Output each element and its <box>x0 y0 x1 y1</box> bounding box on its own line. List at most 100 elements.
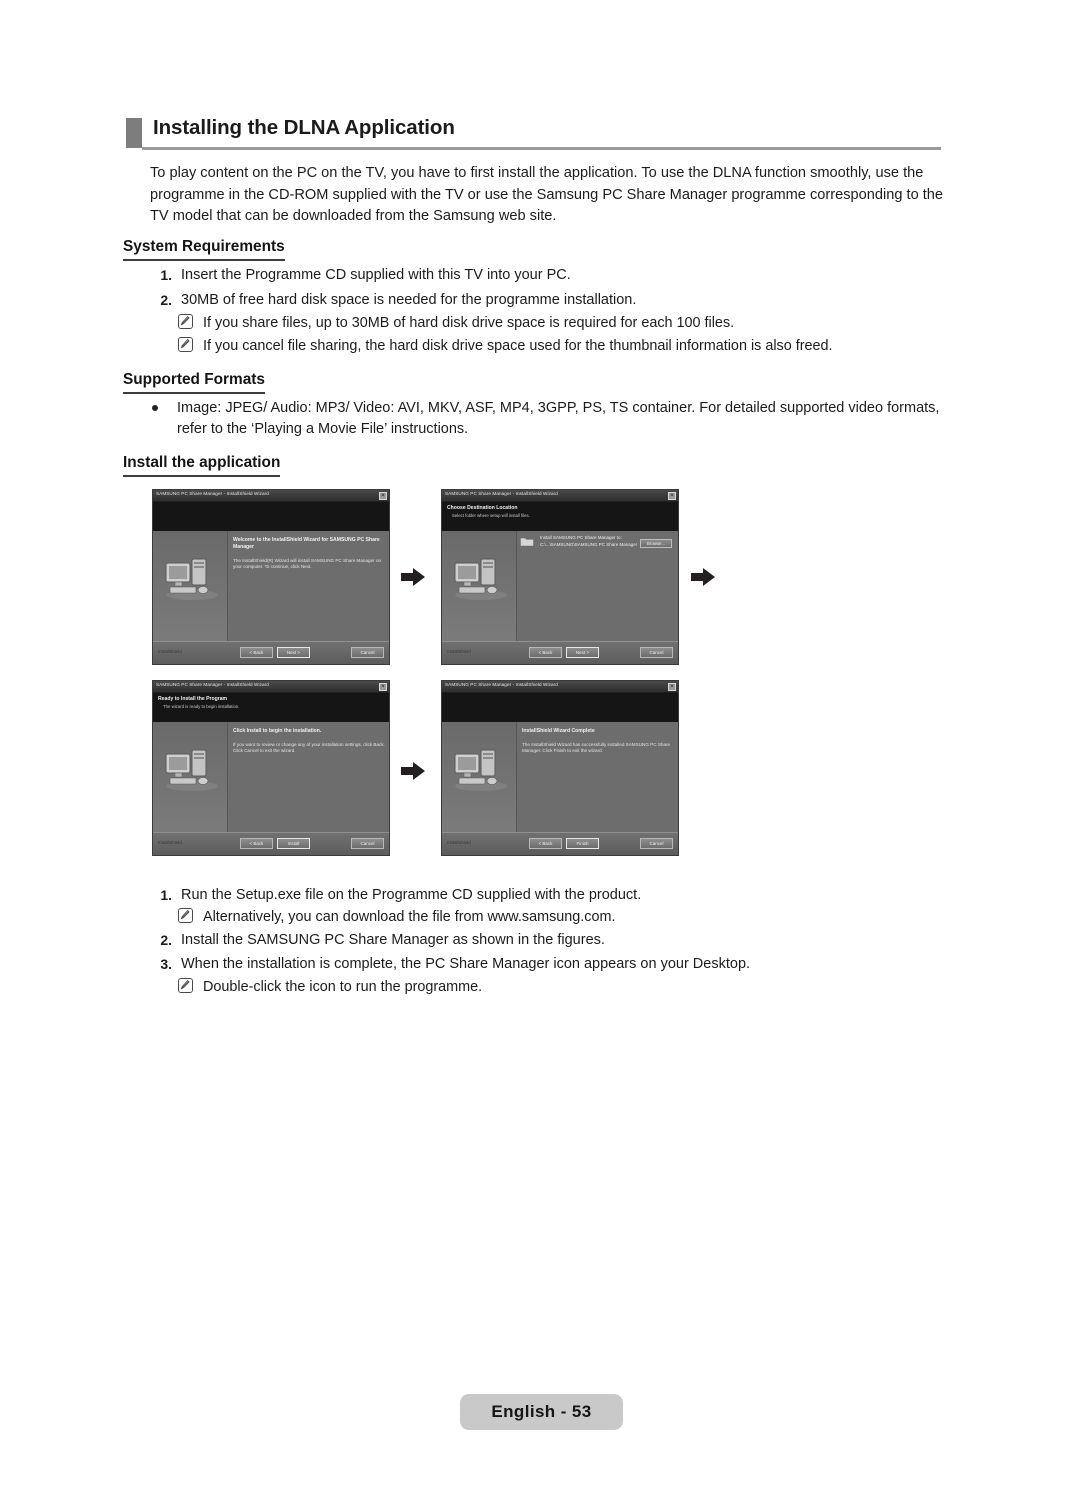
bullet-item: Image: JPEG/ Audio: MP3/ Video: AVI, MKV… <box>150 398 943 439</box>
wizard-illustration-panel <box>153 722 228 833</box>
window-title: SAMSUNG PC Share Manager - InstallShield… <box>156 491 269 496</box>
banner-subtitle: The wizard is ready to begin installatio… <box>163 704 240 709</box>
wizard-content-heading: Welcome to the InstallShield Wizard for … <box>233 537 380 550</box>
note-pencil-icon <box>178 908 193 923</box>
folder-icon <box>520 537 534 547</box>
installer-screenshot-ready: SAMSUNG PC Share Manager - InstallShield… <box>152 680 390 856</box>
next-button[interactable]: Next > <box>277 647 310 658</box>
window-title-bar: SAMSUNG PC Share Manager - InstallShield… <box>153 490 389 502</box>
note-pencil-icon <box>178 978 193 993</box>
wizard-body: Install SAMSUNG PC Share Manager to: C:\… <box>442 531 678 642</box>
wizard-content-heading: InstallShield Wizard Complete <box>522 728 595 734</box>
back-button[interactable]: < Back <box>240 647 273 658</box>
wizard-illustration-panel <box>153 531 228 642</box>
wizard-button-bar: InstallShield < Back Install Cancel <box>153 832 389 855</box>
note-text: If you cancel file sharing, the hard dis… <box>203 338 833 354</box>
wizard-body: Click Install to begin the installation.… <box>153 722 389 833</box>
note-pencil-icon <box>178 314 193 329</box>
wizard-banner <box>153 502 389 532</box>
note-item: Double-click the icon to run the program… <box>178 977 938 997</box>
close-icon[interactable]: × <box>668 491 676 500</box>
bullet-text: Image: JPEG/ Audio: MP3/ Video: AVI, MKV… <box>177 400 940 437</box>
supported-formats-heading: Supported Formats <box>123 371 265 394</box>
window-title: SAMSUNG PC Share Manager - InstallShield… <box>156 682 269 687</box>
list-number: 3. <box>160 956 172 972</box>
page-title-text: Installing the DLNA Application <box>153 116 455 139</box>
flow-arrow-right-icon <box>691 568 715 586</box>
wizard-body: InstallShield Wizard Complete The Instal… <box>442 722 678 833</box>
window-title-bar: SAMSUNG PC Share Manager - InstallShield… <box>442 681 678 693</box>
list-text: Insert the Programme CD supplied with th… <box>181 267 571 283</box>
page-title: Installing the DLNA Application <box>126 116 941 152</box>
banner-title: Choose Destination Location <box>447 505 518 511</box>
destination-path-text: Install SAMSUNG PC Share Manager to: C:\… <box>540 534 637 549</box>
list-item: 2. Install the SAMSUNG PC Share Manager … <box>152 930 942 950</box>
wizard-content-body: If you want to review or change any of y… <box>233 742 385 754</box>
list-number: 1. <box>160 887 172 903</box>
cancel-button[interactable]: Cancel <box>351 647 384 658</box>
install-button[interactable]: Install <box>277 838 310 849</box>
page-footer-badge: English - 53 <box>460 1394 623 1430</box>
back-button[interactable]: < Back <box>240 838 273 849</box>
close-icon[interactable]: × <box>379 682 387 691</box>
back-button[interactable]: < Back <box>529 647 562 658</box>
banner-title: Ready to Install the Program <box>158 696 228 702</box>
wizard-button-bar: InstallShield < Back Finish Cancel <box>442 832 678 855</box>
window-title-bar: SAMSUNG PC Share Manager - InstallShield… <box>442 490 678 502</box>
destination-label: Install SAMSUNG PC Share Manager to: <box>540 535 622 540</box>
note-text: Alternatively, you can download the file… <box>203 909 616 925</box>
installshield-label: InstallShield <box>447 840 471 845</box>
installshield-label: InstallShield <box>158 649 182 654</box>
installshield-label: InstallShield <box>447 649 471 654</box>
destination-folder-row: Install SAMSUNG PC Share Manager to: C:\… <box>520 534 674 558</box>
back-button[interactable]: < Back <box>529 838 562 849</box>
wizard-illustration-panel <box>442 722 517 833</box>
wizard-banner: Ready to Install the Program The wizard … <box>153 693 389 723</box>
wizard-content: Welcome to the InstallShield Wizard for … <box>233 537 385 571</box>
computer-illustration-icon <box>165 558 218 600</box>
list-item: 1. Insert the Programme CD supplied with… <box>152 265 942 285</box>
finish-button[interactable]: Finish <box>566 838 599 849</box>
list-item: 1. Run the Setup.exe file on the Program… <box>152 885 942 905</box>
wizard-button-bar: InstallShield < Back Next > Cancel <box>442 641 678 664</box>
window-title: SAMSUNG PC Share Manager - InstallShield… <box>445 682 558 687</box>
square-bullet-icon <box>126 118 142 148</box>
computer-illustration-icon <box>165 749 218 791</box>
list-text: Install the SAMSUNG PC Share Manager as … <box>181 932 605 948</box>
bullet-dot-icon <box>152 405 158 411</box>
note-text: If you share files, up to 30MB of hard d… <box>203 315 735 331</box>
close-icon[interactable]: × <box>668 682 676 691</box>
installer-screenshot-welcome: SAMSUNG PC Share Manager - InstallShield… <box>152 489 390 665</box>
browse-button[interactable]: Browse... <box>640 539 672 548</box>
flow-arrow-right-icon <box>401 762 425 780</box>
wizard-body: Welcome to the InstallShield Wizard for … <box>153 531 389 642</box>
computer-illustration-icon <box>454 749 507 791</box>
cancel-button[interactable]: Cancel <box>640 647 673 658</box>
wizard-illustration-panel <box>442 531 517 642</box>
list-item: 2. 30MB of free hard disk space is neede… <box>152 290 942 310</box>
cancel-button[interactable]: Cancel <box>640 838 673 849</box>
wizard-button-bar: InstallShield < Back Next > Cancel <box>153 641 389 664</box>
wizard-content-body: The InstallShield(R) Wizard will install… <box>233 558 382 570</box>
list-text: Run the Setup.exe file on the Programme … <box>181 887 642 903</box>
window-title: SAMSUNG PC Share Manager - InstallShield… <box>445 491 558 496</box>
installer-screenshot-destination: SAMSUNG PC Share Manager - InstallShield… <box>441 489 679 665</box>
wizard-content-heading: Click Install to begin the installation. <box>233 728 322 734</box>
banner-subtitle: Select folder where setup will install f… <box>452 513 530 518</box>
wizard-content: Click Install to begin the installation.… <box>233 728 385 755</box>
wizard-banner: Choose Destination Location Select folde… <box>442 502 678 532</box>
install-application-heading: Install the application <box>123 454 281 477</box>
wizard-content: InstallShield Wizard Complete The Instal… <box>522 728 674 755</box>
cancel-button[interactable]: Cancel <box>351 838 384 849</box>
note-item: If you cancel file sharing, the hard dis… <box>178 336 938 356</box>
close-icon[interactable]: × <box>379 491 387 500</box>
wizard-content-body: The InstallShield Wizard has successfull… <box>522 742 671 754</box>
note-text: Double-click the icon to run the program… <box>203 979 483 995</box>
system-requirements-heading: System Requirements <box>123 238 285 261</box>
flow-arrow-right-icon <box>401 568 425 586</box>
note-item: Alternatively, you can download the file… <box>178 907 938 927</box>
manual-page: Installing the DLNA Application To play … <box>0 0 1080 1488</box>
list-item: 3. When the installation is complete, th… <box>152 954 942 974</box>
window-title-bar: SAMSUNG PC Share Manager - InstallShield… <box>153 681 389 693</box>
next-button[interactable]: Next > <box>566 647 599 658</box>
